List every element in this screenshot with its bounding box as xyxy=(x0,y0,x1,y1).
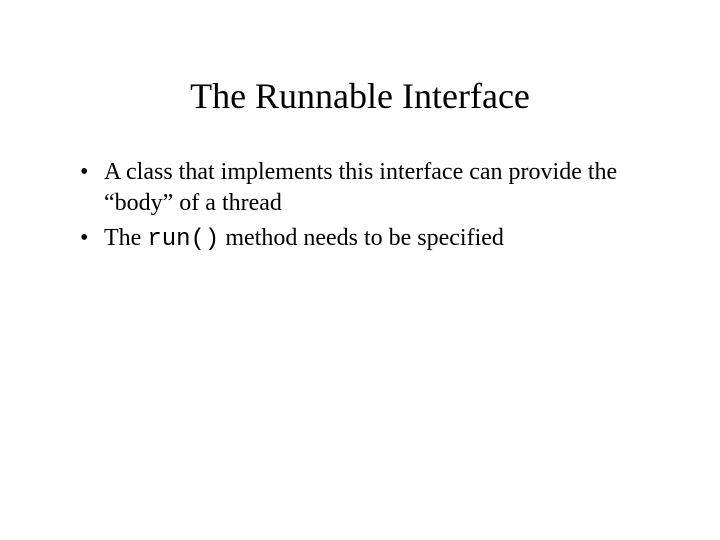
bullet-text: A class that implements this interface c… xyxy=(104,159,617,216)
bullet-text-suffix: method needs to be specified xyxy=(219,225,504,251)
bullet-code: run() xyxy=(147,226,219,253)
bullet-item: A class that implements this interface c… xyxy=(80,157,660,219)
slide-title: The Runnable Interface xyxy=(60,75,660,117)
bullet-text-prefix: The xyxy=(104,225,147,251)
bullet-item: The run() method needs to be specified xyxy=(80,223,660,255)
bullet-list: A class that implements this interface c… xyxy=(60,157,660,256)
